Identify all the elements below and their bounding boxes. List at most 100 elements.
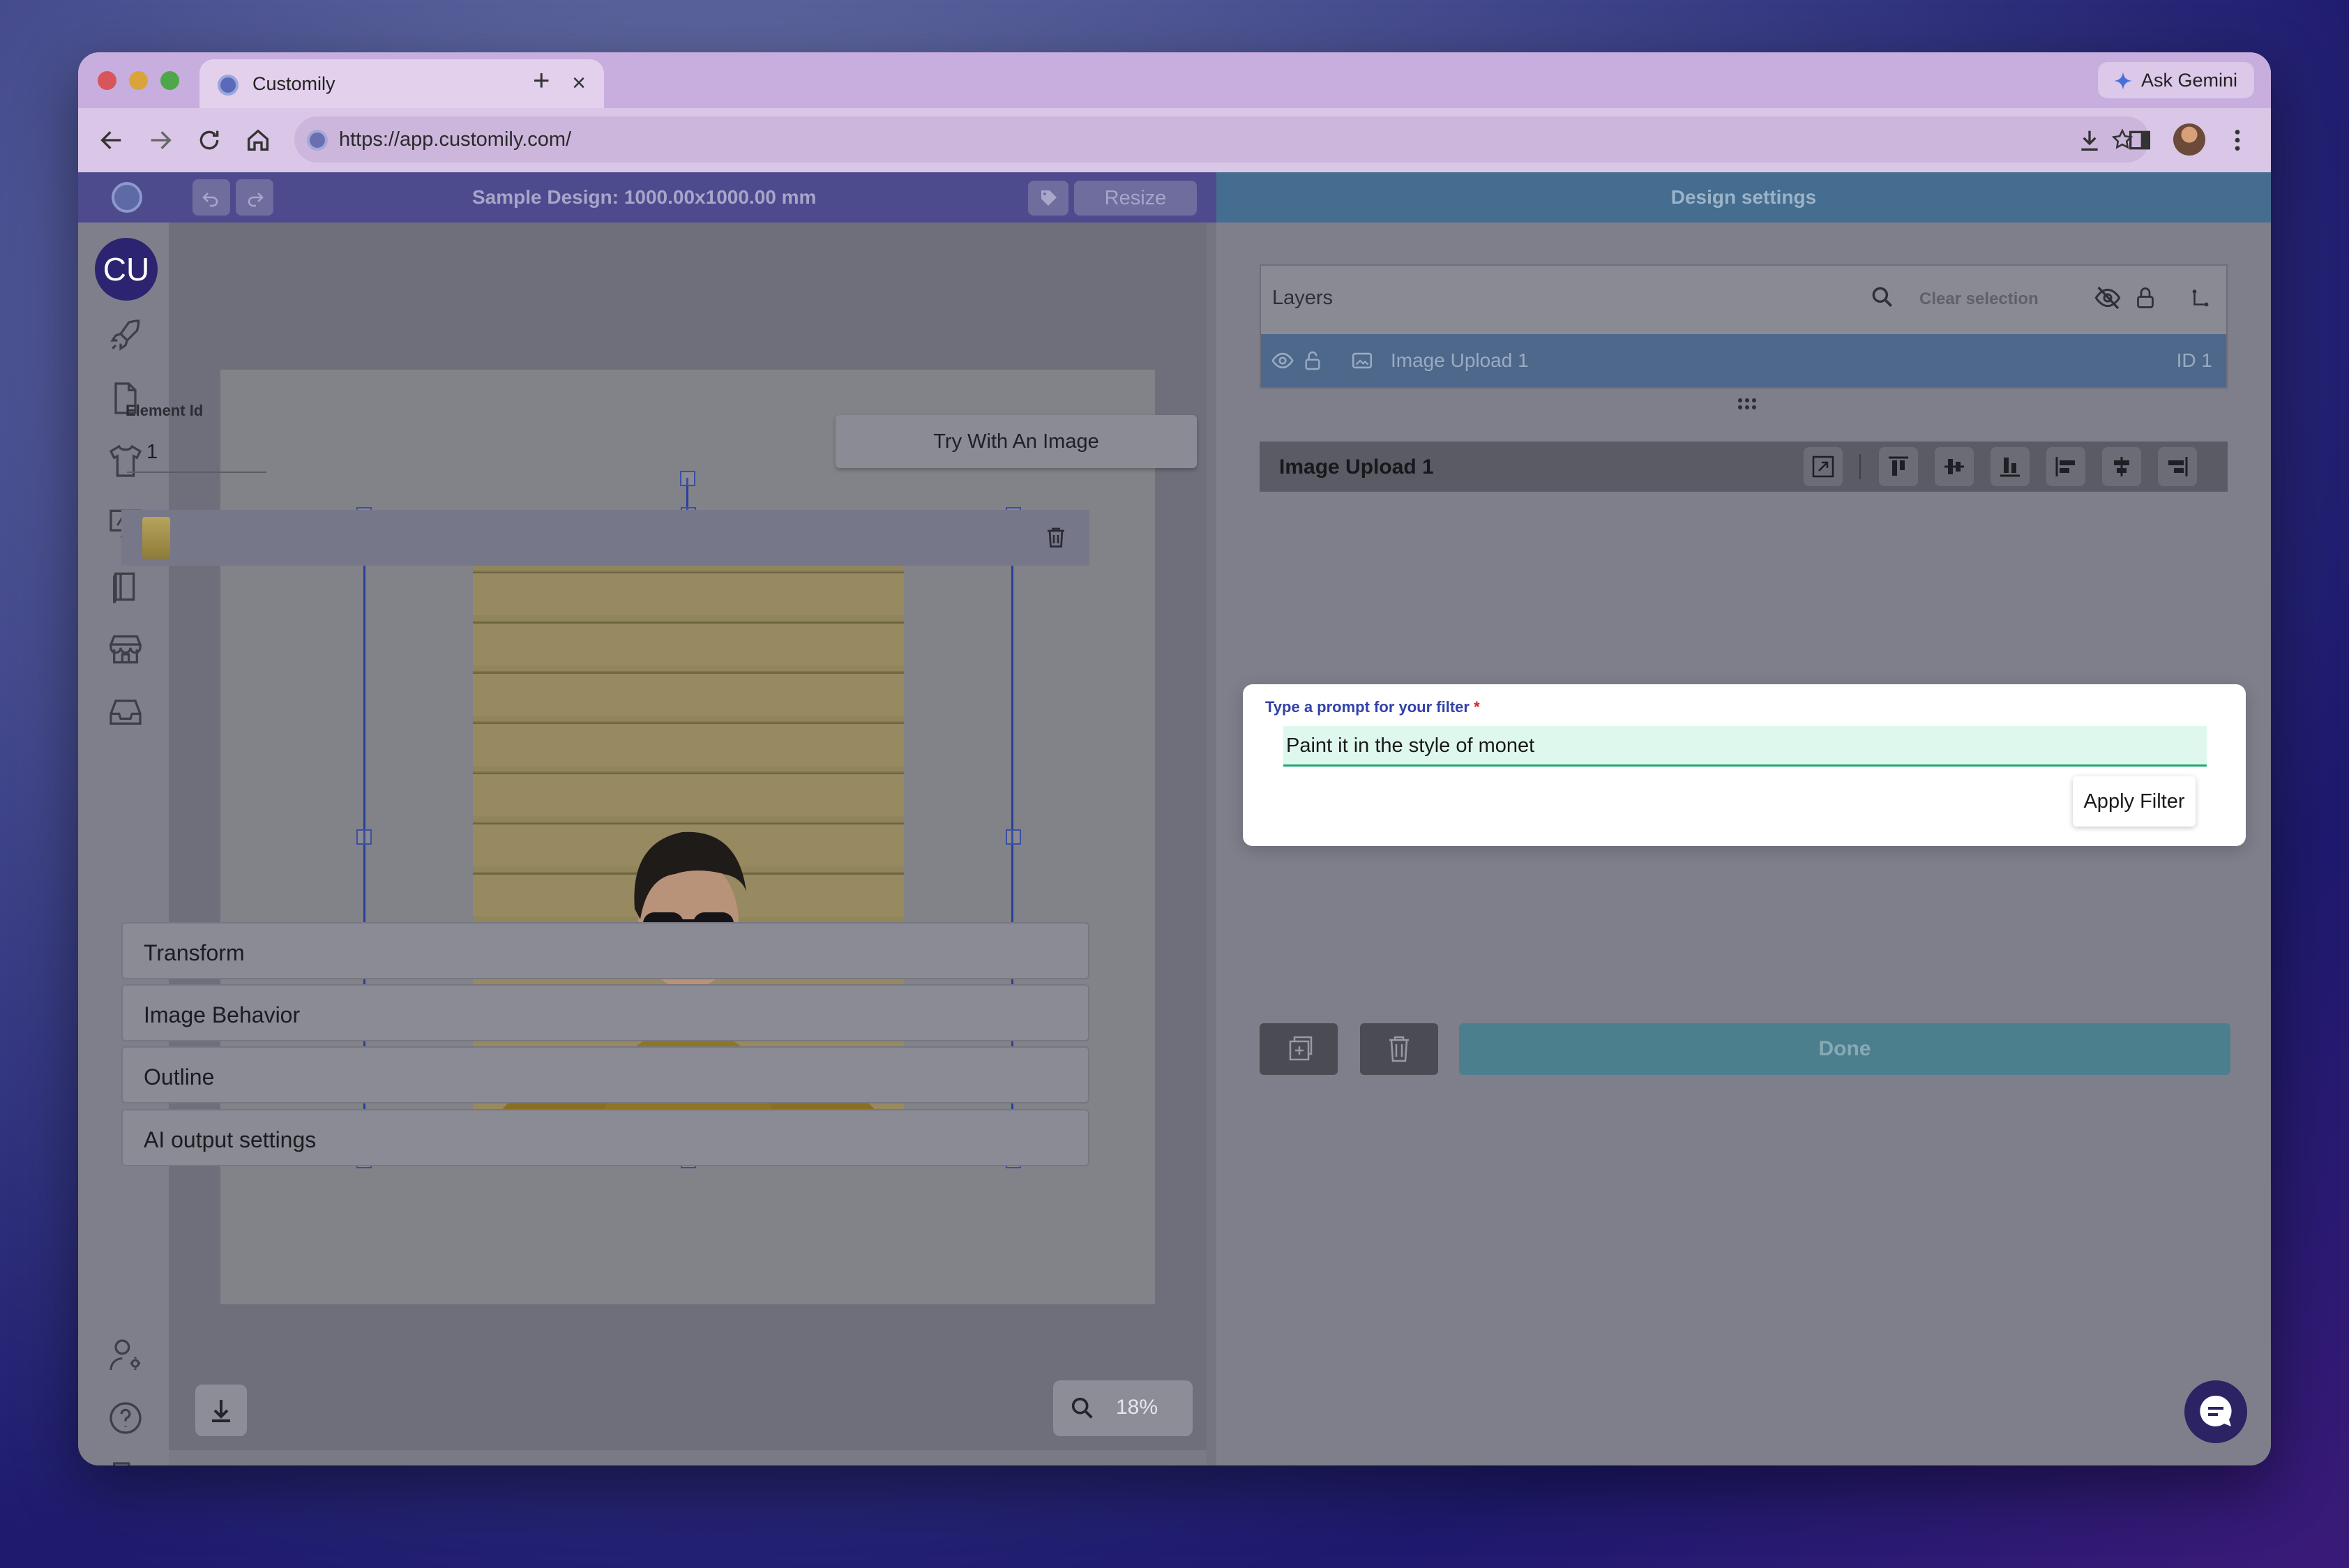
side-panel-icon[interactable] [2126,126,2154,154]
visibility-eye-icon[interactable] [1271,349,1294,372]
layers-panel: Layers Clear selection Image Upload 1 ID… [1260,264,2228,389]
filter-prompt-input[interactable]: Paint it in the style of monet [1283,726,2207,767]
align-bottom-icon [2000,458,2020,477]
layer-tree-icon[interactable] [2189,287,2212,310]
download-icon[interactable] [2076,126,2103,154]
uploaded-image-row [121,510,1089,566]
element-title: Image Upload 1 [1279,455,1434,478]
filter-prompt-label: Type a prompt for your filter * [1265,698,1480,716]
logout-icon[interactable] [106,1458,145,1465]
align-left-button[interactable] [2046,447,2085,486]
align-right-icon [2168,457,2188,476]
app-header: Sample Design: 1000.00x1000.00 mm Resize… [78,172,2271,223]
align-center-button[interactable] [2102,447,2141,486]
undo-button[interactable] [192,179,230,216]
download-design-button[interactable] [195,1385,247,1436]
expand-icon [1812,455,1834,478]
user-avatar[interactable]: CU [95,238,158,301]
help-icon[interactable] [106,1399,145,1438]
toolbar-separator [1859,454,1861,479]
tab-title: Customily [252,73,335,94]
panel-divider[interactable] [1207,223,1216,1465]
try-with-image-button[interactable]: Try With An Image [836,415,1197,468]
tab-bar: Customily × + Ask Gemini [78,52,2271,108]
unlock-icon[interactable] [1301,349,1324,372]
tag-button[interactable] [1028,181,1068,216]
store-icon[interactable] [106,630,145,669]
design-settings-title: Design settings [1670,186,1817,208]
design-title: Sample Design: 1000.00x1000.00 mm [472,186,817,208]
clear-selection-button[interactable]: Clear selection [1919,289,2039,309]
new-tab-button[interactable]: + [533,65,550,96]
image-thumbnail[interactable] [142,517,170,559]
align-bottom-button[interactable] [1991,447,2030,486]
layer-name: Image Upload 1 [1391,349,1529,371]
drag-grip-icon[interactable] [1737,397,1758,411]
align-top-button[interactable] [1879,447,1918,486]
layer-item[interactable]: Image Upload 1 ID 1 [1261,334,2226,387]
user-settings-icon[interactable] [106,1336,145,1375]
address-bar[interactable]: https://app.customily.com/ [294,116,2150,163]
fit-to-canvas-button[interactable] [1804,447,1843,486]
chat-bubble-icon [2200,1395,2232,1426]
resize-handle-right[interactable] [1006,829,1021,845]
duplicate-button[interactable] [1260,1023,1338,1075]
apply-filter-button[interactable]: Apply Filter [2073,776,2196,827]
chat-support-button[interactable] [2184,1380,2247,1443]
design-settings-header: Design settings [1216,172,2271,223]
image-layer-icon [1352,352,1373,369]
delete-element-button[interactable] [1360,1023,1438,1075]
lock-icon[interactable] [2133,285,2158,310]
profile-avatar[interactable] [2173,123,2205,156]
minimize-window-button[interactable] [129,71,148,90]
download-icon [212,1400,230,1422]
back-arrow-icon[interactable] [98,126,126,154]
reload-icon[interactable] [195,126,223,154]
home-icon[interactable] [244,126,272,154]
site-info-icon[interactable] [307,130,328,151]
trash-icon[interactable] [1043,524,1068,550]
gemini-sparkle-icon [2113,71,2133,91]
search-icon[interactable] [1869,284,1896,310]
transform-section[interactable]: Transform [121,922,1089,979]
layer-id: ID 1 [2176,349,2212,371]
more-menu-icon[interactable] [2223,126,2251,154]
url-text[interactable]: https://app.customily.com/ [339,128,571,151]
ask-gemini-button[interactable]: Ask Gemini [2097,62,2254,98]
zoom-search-icon [1071,1397,1093,1419]
inbox-icon[interactable] [106,693,145,732]
browser-toolbar: https://app.customily.com/ [78,108,2271,172]
outline-section[interactable]: Outline [121,1046,1089,1103]
hide-all-eye-icon[interactable] [2094,284,2122,312]
close-window-button[interactable] [98,71,116,90]
undo-icon [202,193,218,207]
tab-close-icon[interactable]: × [572,69,586,97]
done-button[interactable]: Done [1459,1023,2230,1075]
align-middle-icon [1944,459,1964,474]
customily-logo-icon [112,182,142,213]
resize-handle-left[interactable] [356,829,372,845]
required-asterisk: * [1474,698,1480,716]
ai-output-settings-section[interactable]: AI output settings [121,1109,1089,1166]
zoom-control[interactable]: 18% [1053,1380,1193,1436]
zoom-level: 18% [1116,1396,1158,1419]
redo-button[interactable] [236,179,273,216]
canvas-horizontal-scrollbar[interactable] [169,1450,1207,1465]
maximize-window-button[interactable] [160,71,179,90]
duplicate-icon [1289,1036,1313,1061]
align-center-icon [2114,457,2129,476]
align-right-button[interactable] [2158,447,2197,486]
align-middle-button[interactable] [1935,447,1974,486]
element-id-label: Element Id [126,402,204,419]
element-id-input[interactable]: 1 [127,432,266,473]
resize-button[interactable]: Resize [1074,181,1197,216]
align-top-icon [1889,456,1908,476]
element-header: Image Upload 1 [1260,442,2228,492]
rocket-icon[interactable] [106,316,145,355]
forward-arrow-icon[interactable] [146,126,174,154]
book-icon[interactable] [106,567,145,606]
redo-icon [248,193,264,207]
image-behavior-section[interactable]: Image Behavior [121,984,1089,1041]
ask-gemini-label: Ask Gemini [2140,70,2237,91]
rotation-handle[interactable] [680,471,695,486]
